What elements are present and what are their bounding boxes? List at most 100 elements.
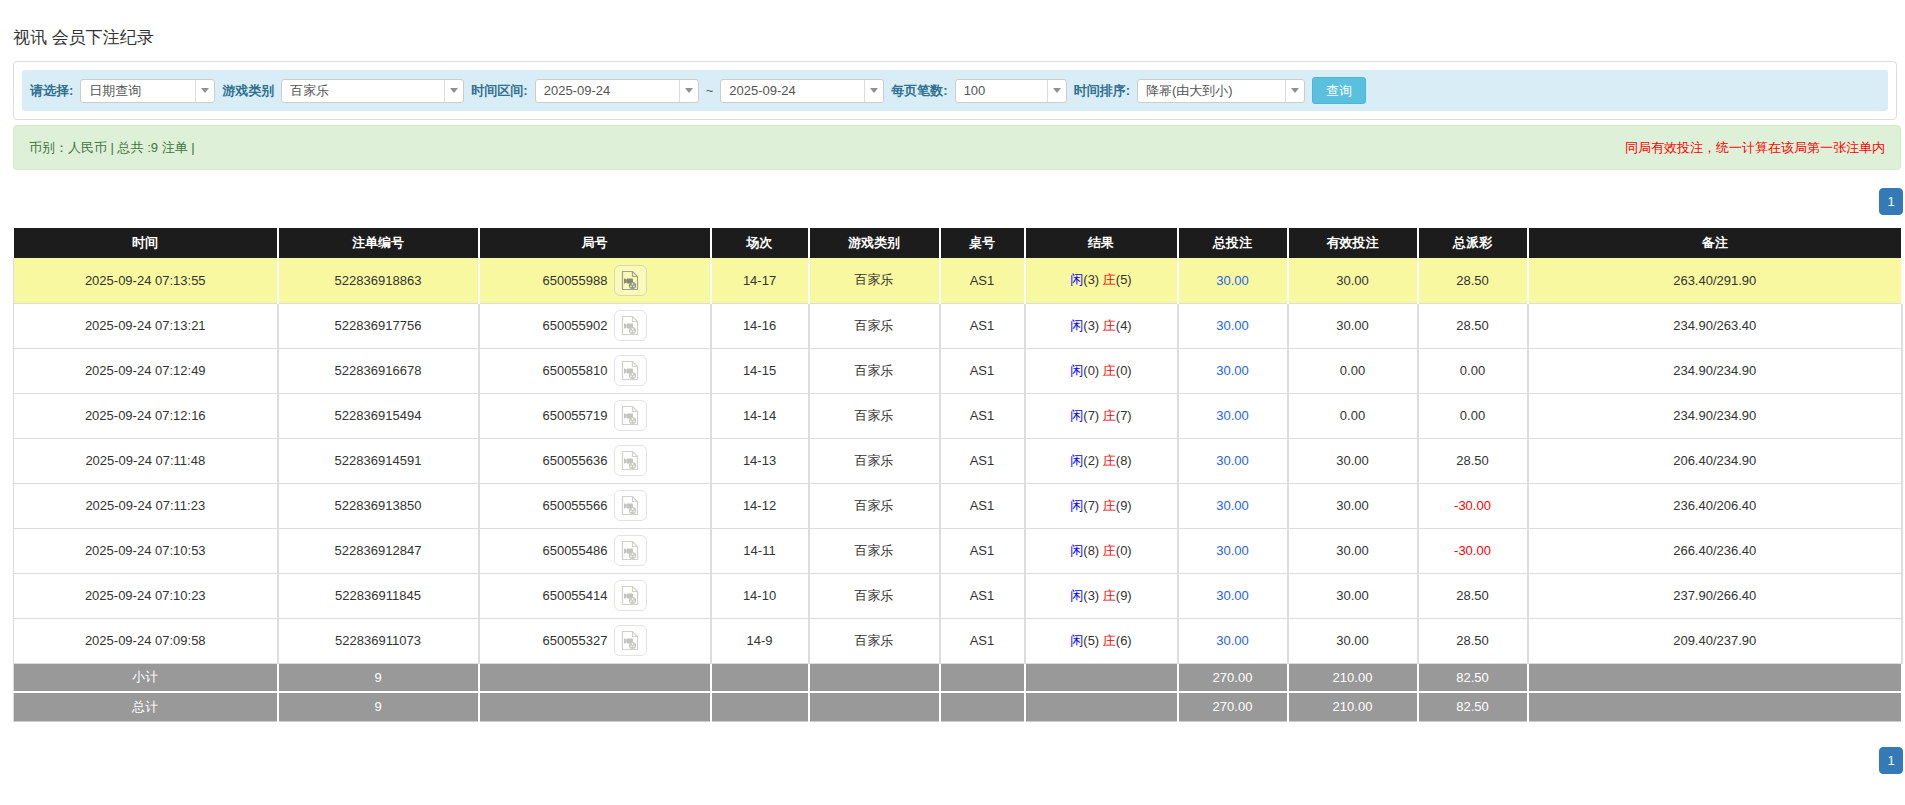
total-row-cell [1528,692,1903,721]
session-cell: 14-12 [711,483,809,528]
page-1-button[interactable]: 1 [1879,747,1903,774]
table-no-cell: AS1 [940,303,1025,348]
session-cell: 14-10 [711,573,809,618]
total-row-cell: 9 [278,692,479,721]
total-row: 总计9270.00210.0082.50 [14,692,1903,721]
payout-cell: 0.00 [1418,393,1528,438]
total-bet-link[interactable]: 30.00 [1216,543,1249,558]
video-replay-button[interactable] [614,445,647,476]
select-type-label: 请选择: [30,82,73,100]
player-label: 闲 [1070,363,1083,378]
total-bet-link[interactable]: 30.00 [1216,498,1249,513]
video-file-icon [620,540,640,561]
total-bet-link[interactable]: 30.00 [1216,318,1249,333]
page-size-combobox[interactable]: 100 [955,79,1067,103]
pagination-top: 1 [13,188,1903,215]
page-1-button[interactable]: 1 [1879,188,1903,215]
total-bet-link[interactable]: 30.00 [1216,273,1249,288]
summary-bar: 币别：人民币 | 总共 :9 注单 | 同局有效投注，统一计算在该局第一张注单内 [13,125,1901,170]
video-replay-button[interactable] [614,535,647,566]
banker-score: (9) [1116,498,1132,513]
bet-id-cell: 522836912847 [278,528,479,573]
video-replay-button[interactable] [614,310,647,341]
video-file-icon [620,585,640,606]
page-size-value: 100 [956,80,1047,102]
total-bet-link[interactable]: 30.00 [1216,363,1249,378]
round-no: 650055810 [542,363,607,378]
notice-text: 同局有效投注，统一计算在该局第一张注单内 [1625,139,1885,157]
valid-bet-cell: 30.00 [1288,438,1418,483]
video-replay-button[interactable] [614,625,647,656]
total-row-cell: 210.00 [1288,692,1418,721]
payout-cell: -30.00 [1418,483,1528,528]
filter-bar: 请选择: 日期查询 游戏类别 百家乐 时间区间: 2025-09-24 ~ 20… [22,70,1888,111]
player-label: 闲 [1070,588,1083,603]
time-sort-combobox[interactable]: 降幂(由大到小) [1137,79,1305,103]
video-replay-button[interactable] [614,490,647,521]
query-button[interactable]: 查询 [1312,77,1366,104]
round-no: 650055902 [542,318,607,333]
total-row-cell: 270.00 [1178,692,1288,721]
game-type-cell: 百家乐 [809,483,940,528]
column-header: 总投注 [1178,228,1288,258]
valid-bet-cell: 30.00 [1288,528,1418,573]
pagination-bottom: 1 [13,747,1903,774]
round-no: 650055414 [542,588,607,603]
time-cell: 2025-09-24 07:11:48 [14,438,278,483]
round-no-cell: 650055902 [479,303,711,348]
video-replay-button[interactable] [614,400,647,431]
total-bet-cell: 30.00 [1178,618,1288,663]
game-type-cell: 百家乐 [809,438,940,483]
total-bet-link[interactable]: 30.00 [1216,453,1249,468]
column-header: 结果 [1025,228,1178,258]
date-range-label: 时间区间: [471,82,527,100]
game-type-cell: 百家乐 [809,303,940,348]
total-bet-link[interactable]: 30.00 [1216,588,1249,603]
video-file-icon [620,360,640,381]
payout-cell: 28.50 [1418,303,1528,348]
date-to-picker[interactable]: 2025-09-24 [720,79,884,103]
column-header: 备注 [1528,228,1903,258]
chevron-down-icon[interactable] [679,80,698,102]
video-replay-button[interactable] [614,355,647,386]
video-replay-button[interactable] [614,580,647,611]
chevron-down-icon[interactable] [1285,80,1304,102]
chevron-down-icon[interactable] [444,80,463,102]
player-label: 闲 [1070,408,1083,423]
select-type-combobox[interactable]: 日期查询 [80,79,215,103]
player-score: (2) [1083,453,1103,468]
result-cell: 闲(8) 庄(0) [1025,528,1178,573]
remark-cell: 236.40/206.40 [1528,483,1903,528]
total-row-cell [1025,692,1178,721]
chevron-down-icon[interactable] [195,80,214,102]
subtotal-row-cell [479,663,711,692]
date-from-picker[interactable]: 2025-09-24 [535,79,699,103]
time-cell: 2025-09-24 07:12:49 [14,348,278,393]
result-cell: 闲(7) 庄(7) [1025,393,1178,438]
payout-cell: 28.50 [1418,573,1528,618]
banker-label: 庄 [1103,453,1116,468]
total-bet-link[interactable]: 30.00 [1216,633,1249,648]
session-cell: 14-9 [711,618,809,663]
total-bet-cell: 30.00 [1178,258,1288,303]
game-type-cell: 百家乐 [809,393,940,438]
bet-id-cell: 522836913850 [278,483,479,528]
subtotal-row-cell: 9 [278,663,479,692]
banker-score: (9) [1116,588,1132,603]
total-bet-link[interactable]: 30.00 [1216,408,1249,423]
time-cell: 2025-09-24 07:10:53 [14,528,278,573]
column-header: 局号 [479,228,711,258]
subtotal-row-cell [1025,663,1178,692]
page: 视讯 会员下注纪录 请选择: 日期查询 游戏类别 百家乐 时间区间: 2025-… [0,26,1905,774]
filter-panel: 请选择: 日期查询 游戏类别 百家乐 时间区间: 2025-09-24 ~ 20… [13,61,1897,120]
round-no-cell: 650055988 [479,258,711,303]
banker-score: (8) [1116,453,1132,468]
payout-cell: 28.50 [1418,258,1528,303]
chevron-down-icon[interactable] [864,80,883,102]
result-cell: 闲(2) 庄(8) [1025,438,1178,483]
game-type-combobox[interactable]: 百家乐 [281,79,464,103]
time-cell: 2025-09-24 07:13:55 [14,258,278,303]
video-replay-button[interactable] [614,265,647,296]
player-score: (3) [1083,588,1103,603]
chevron-down-icon[interactable] [1047,80,1066,102]
